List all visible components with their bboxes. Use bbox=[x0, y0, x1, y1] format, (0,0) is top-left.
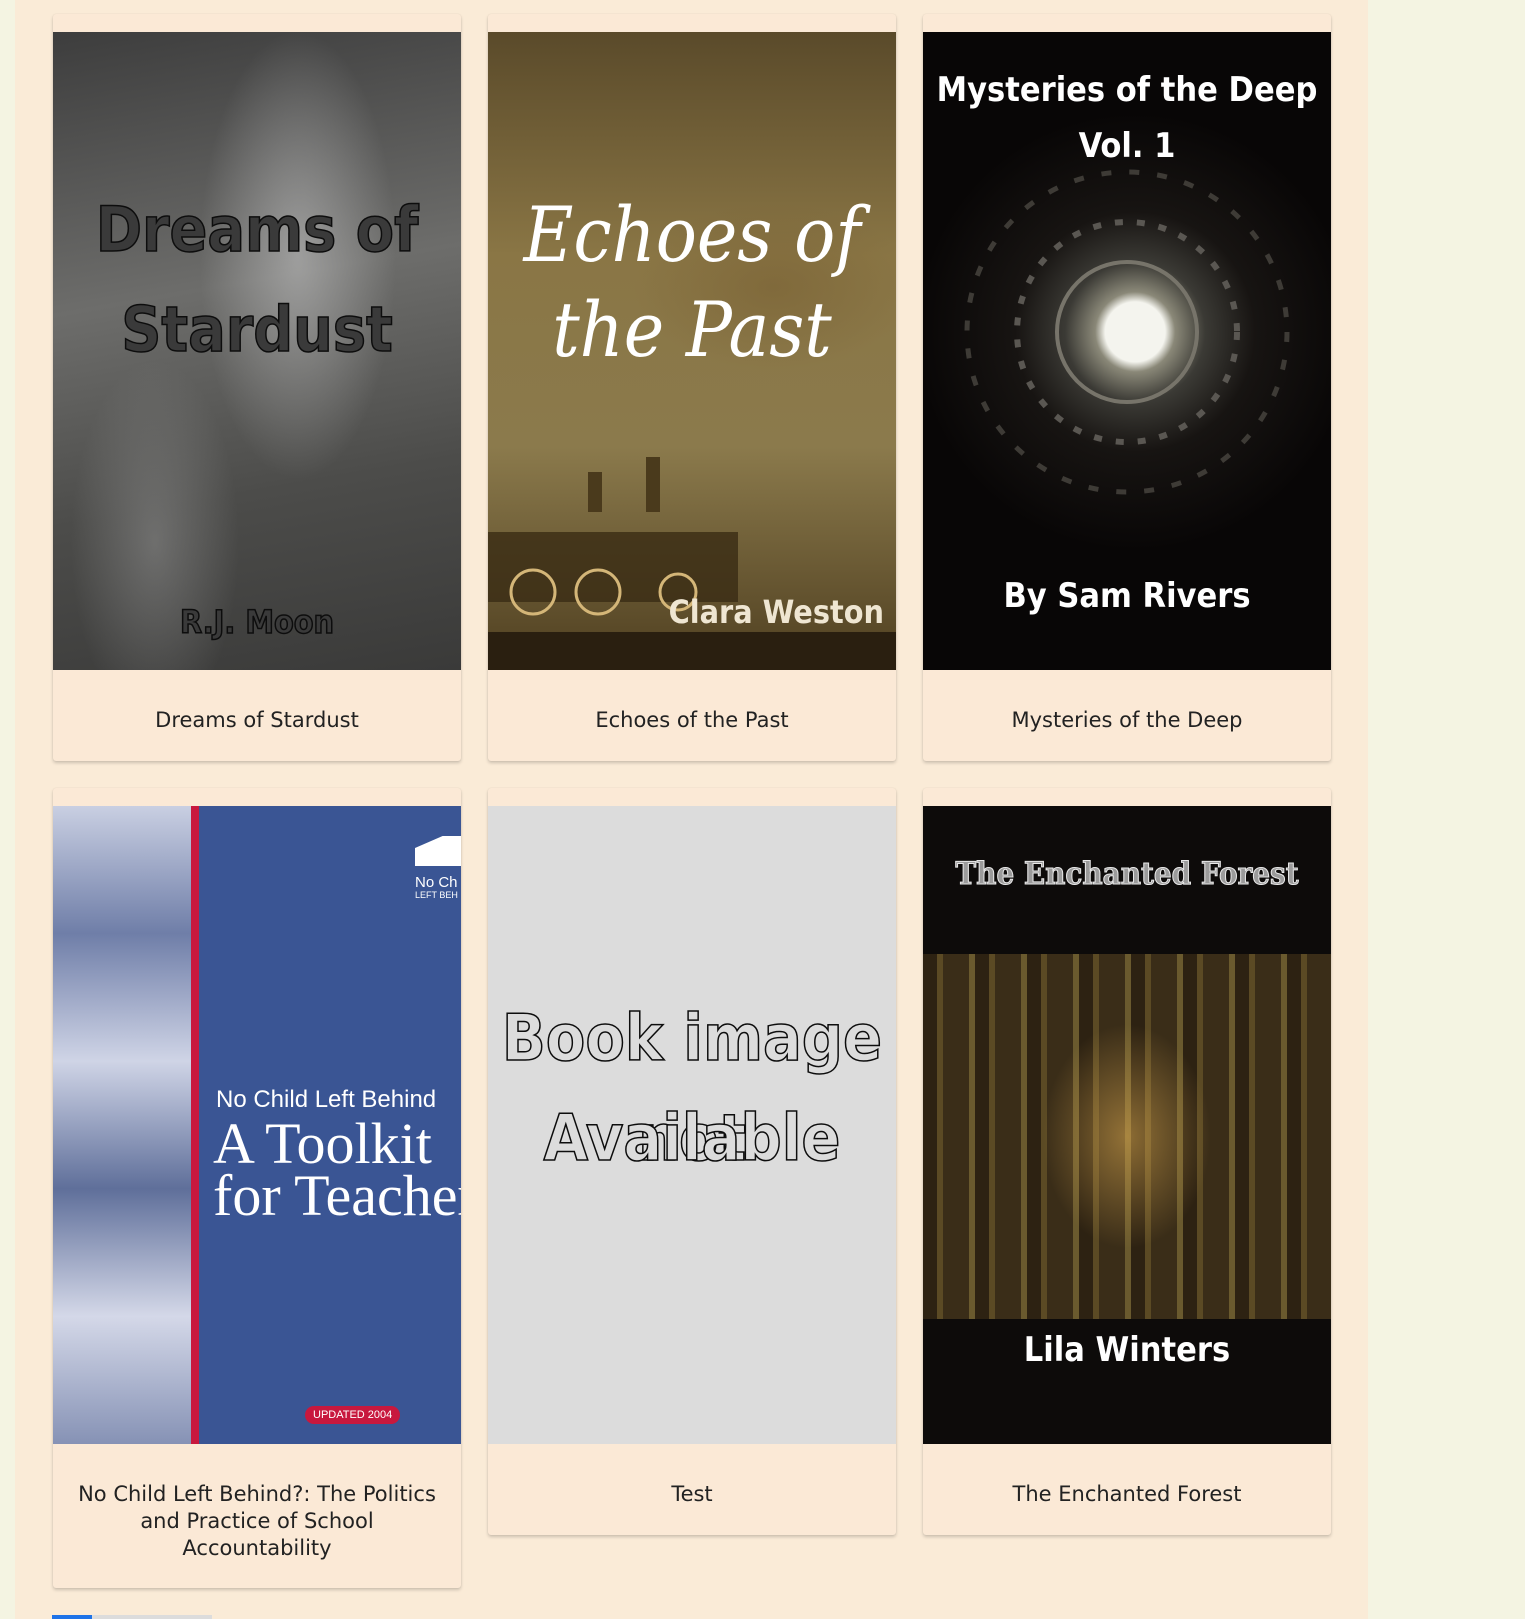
cover-subtitle: No Child Left Behind bbox=[216, 1086, 437, 1113]
red-divider bbox=[191, 806, 199, 1444]
book-cover-image[interactable]: The Enchanted Forest Lila Winters bbox=[923, 806, 1331, 1444]
updated-badge: UPDATED 2004 bbox=[305, 1406, 401, 1424]
cover-logo-subtext: LEFT BEH bbox=[415, 890, 458, 900]
cover-title-line1: Mysteries of the Deep bbox=[936, 70, 1318, 110]
pagination-active-indicator[interactable] bbox=[52, 1615, 92, 1619]
book-card-dreams-of-stardust[interactable]: Dreams of Stardust R.J. Moon Dreams of S… bbox=[53, 14, 461, 761]
book-card-the-enchanted-forest[interactable]: The Enchanted Forest Lila Winters The En… bbox=[923, 788, 1331, 1535]
book-card-no-child-left-behind[interactable]: No Ch LEFT BEH No Child Left Behind A To… bbox=[53, 788, 461, 1588]
book-cover-image[interactable]: Echoes of the Past Clara Weston bbox=[488, 32, 896, 670]
cover-title: The Enchanted Forest bbox=[955, 856, 1299, 893]
cover-title-line1: Echoes of bbox=[523, 190, 861, 279]
cover-author: Lila Winters bbox=[1023, 1330, 1231, 1370]
cover-author: Clara Weston bbox=[668, 593, 884, 631]
cover-author: R.J. Moon bbox=[179, 602, 335, 642]
book-cover-placeholder[interactable]: Book image not Available bbox=[488, 806, 896, 1444]
book-title[interactable]: Test bbox=[504, 1481, 880, 1508]
cover-title-line2: Stardust bbox=[120, 292, 393, 367]
cover-title-line1: Dreams of bbox=[95, 192, 419, 267]
book-cover-image[interactable]: Dreams of Stardust R.J. Moon bbox=[53, 32, 461, 670]
book-title[interactable]: The Enchanted Forest bbox=[939, 1481, 1315, 1508]
book-title[interactable]: Mysteries of the Deep bbox=[939, 707, 1315, 734]
placeholder-line2: Available bbox=[543, 1101, 841, 1177]
book-card-mysteries-of-the-deep[interactable]: Mysteries of the Deep Vol. 1 By Sam Rive… bbox=[923, 14, 1331, 761]
book-title[interactable]: Dreams of Stardust bbox=[69, 707, 445, 734]
flag-logo-icon bbox=[415, 836, 461, 866]
book-card-echoes-of-the-past[interactable]: Echoes of the Past Clara Weston Echoes o… bbox=[488, 14, 896, 761]
pagination-bar[interactable] bbox=[52, 1615, 212, 1619]
photo-collage bbox=[53, 806, 191, 1444]
cover-title-line2: the Past bbox=[552, 285, 832, 374]
book-title[interactable]: Echoes of the Past bbox=[504, 707, 880, 734]
cover-title-line2: Vol. 1 bbox=[1078, 126, 1176, 166]
cover-logo-text: No Ch bbox=[415, 874, 458, 891]
book-cover-image[interactable]: No Ch LEFT BEH No Child Left Behind A To… bbox=[53, 806, 461, 1444]
cover-title-line2: for Teacher bbox=[213, 1163, 461, 1228]
book-title[interactable]: No Child Left Behind?: The Politics and … bbox=[69, 1481, 445, 1562]
book-cover-image[interactable]: Mysteries of the Deep Vol. 1 By Sam Rive… bbox=[923, 32, 1331, 670]
cover-author: By Sam Rivers bbox=[1003, 576, 1251, 616]
book-card-test[interactable]: Book image not Available Test bbox=[488, 788, 896, 1535]
forest-illustration bbox=[923, 954, 1331, 1319]
